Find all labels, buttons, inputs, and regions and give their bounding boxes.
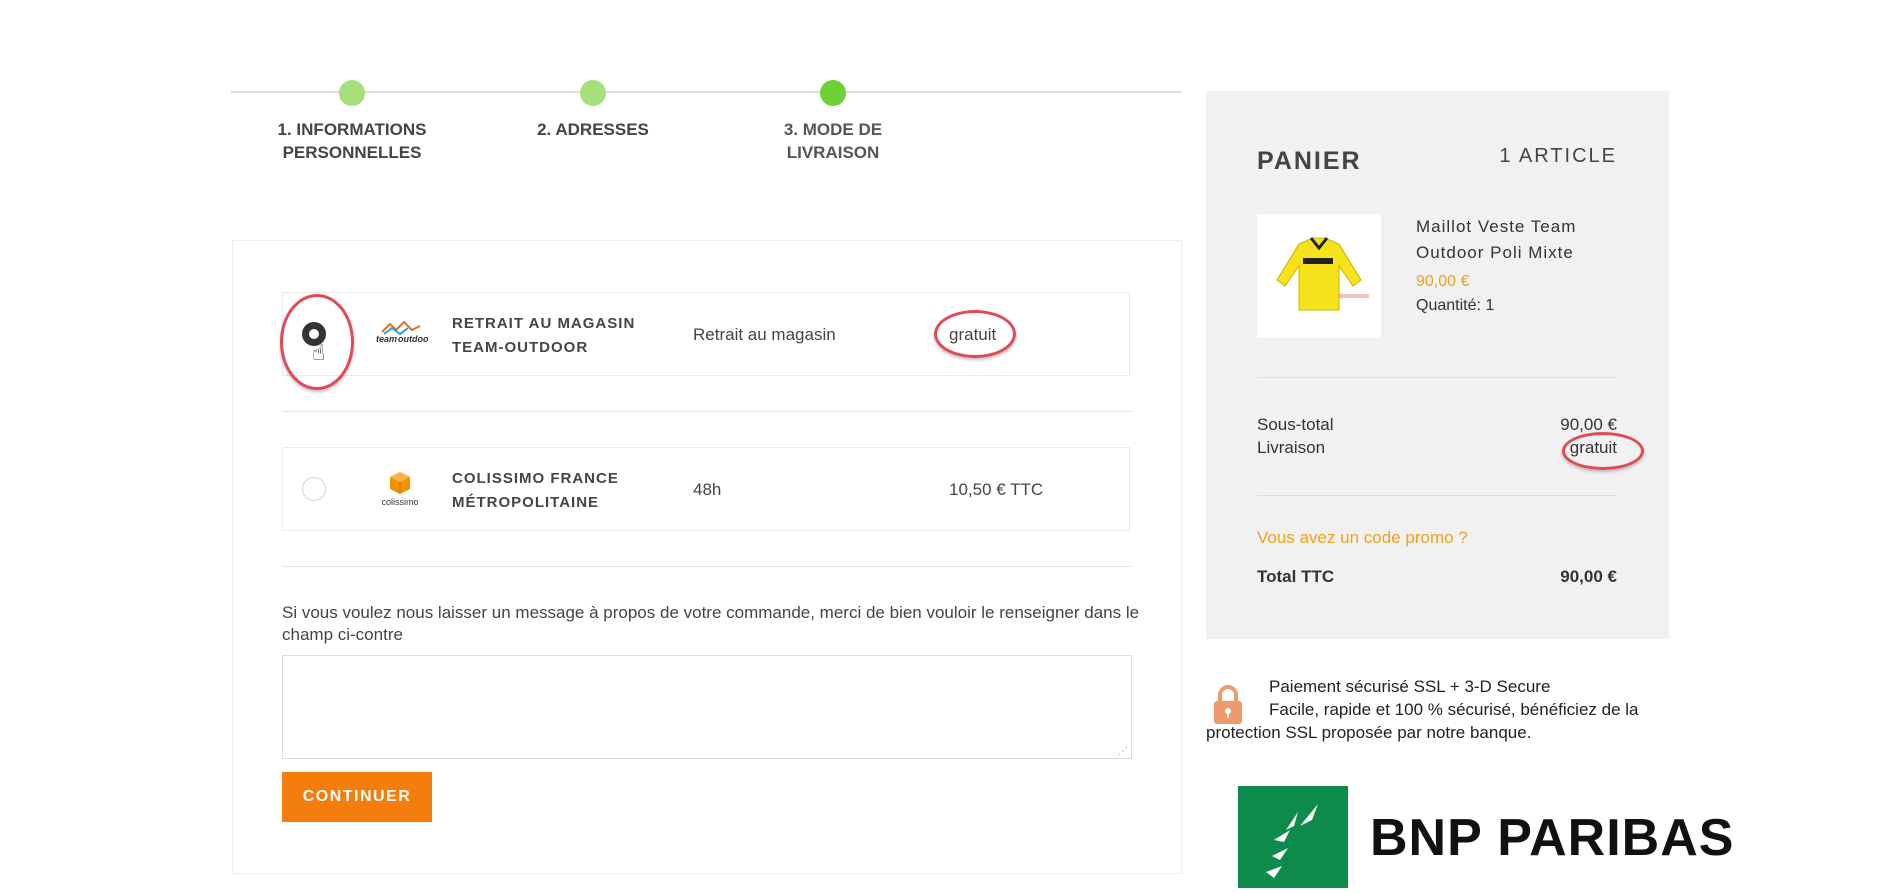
checkout-steps-track	[231, 91, 1182, 93]
carrier-name-colissimo: COLISSIMO FRANCE MÉTROPOLITAINE	[452, 467, 619, 515]
carrier-radio-colissimo[interactable]	[302, 477, 326, 501]
cart-item-count: 1 ARTICLE	[1499, 145, 1617, 167]
continue-button[interactable]: CONTINUER	[282, 772, 432, 822]
total-value: 90,00 €	[1560, 567, 1617, 586]
svg-text:colissimo: colissimo	[381, 497, 418, 507]
step-2-indicator[interactable]	[580, 80, 606, 106]
carrier-price-colissimo: 10,50 € TTC	[949, 480, 1044, 499]
svg-text:team: team	[376, 334, 397, 344]
product-name[interactable]: Maillot Veste Team Outdoor Poli Mixte	[1416, 214, 1616, 266]
product-price: 90,00 €	[1416, 273, 1470, 290]
total-label: Total TTC	[1257, 567, 1335, 586]
secure-payment-info: Paiement sécurisé SSL + 3-D Secure Facil…	[1206, 675, 1666, 744]
carrier-delay-colissimo: 48h	[693, 480, 722, 499]
step-3-indicator	[820, 80, 846, 106]
cart-divider	[1257, 377, 1617, 378]
bnp-paribas-wordmark: BNP PARIBAS	[1370, 809, 1735, 867]
svg-text:outdoor: outdoor	[398, 334, 428, 344]
step-2-label-line1: 2. ADRESSES	[537, 120, 649, 139]
highlight-circle-radio	[280, 294, 354, 390]
promo-code-link[interactable]: Vous avez un code promo ?	[1257, 528, 1468, 548]
carrier-divider	[282, 411, 1132, 412]
highlight-circle-price	[934, 310, 1016, 358]
step-3-label-line2: LIVRAISON	[786, 143, 880, 162]
order-message-textarea[interactable]	[282, 655, 1132, 759]
shipping-label: Livraison	[1257, 438, 1326, 457]
cart-title: PANIER	[1257, 147, 1362, 175]
total-row: Total TTC 90,00 €	[1257, 567, 1617, 587]
step-1-indicator[interactable]	[339, 80, 365, 106]
product-thumbnail[interactable]	[1257, 214, 1381, 338]
step-3-label: 3. MODE DE LIVRAISON	[723, 118, 943, 164]
team-outdoor-logo: team outdoor	[374, 318, 432, 348]
colissimo-logo: colissimo	[374, 470, 426, 508]
resize-handle-icon[interactable]: ⋰	[1118, 746, 1128, 757]
order-message-label: Si vous voulez nous laisser un message à…	[282, 603, 1140, 644]
carrier-delay-store-pickup: Retrait au magasin	[693, 325, 836, 344]
secure-payment-title: Paiement sécurisé SSL + 3-D Secure	[1269, 677, 1551, 696]
carrier-name-store-pickup: RETRAIT AU MAGASIN TEAM-OUTDOOR	[452, 312, 635, 360]
highlight-circle-shipping	[1562, 432, 1644, 470]
step-1-label-line2: PERSONNELLES	[282, 143, 422, 162]
carrier-name-line2: MÉTROPOLITAINE	[452, 494, 600, 511]
step-1-label-line1: 1. INFORMATIONS	[277, 120, 427, 139]
subtotal-row: Sous-total 90,00 €	[1257, 415, 1617, 435]
carrier-name-line1: COLISSIMO FRANCE	[452, 470, 619, 487]
product-quantity: Quantité: 1	[1416, 297, 1495, 314]
carrier-name-line1: RETRAIT AU MAGASIN	[452, 315, 636, 332]
carrier-name-line2: TEAM-OUTDOOR	[452, 339, 589, 356]
carrier-divider	[282, 566, 1132, 567]
secure-payment-text: Facile, rapide et 100 % sécurisé, bénéfi…	[1206, 700, 1639, 742]
cart-divider	[1257, 495, 1617, 496]
step-1-label[interactable]: 1. INFORMATIONS PERSONNELLES	[242, 118, 462, 164]
bnp-paribas-logo-icon	[1238, 786, 1348, 888]
step-3-label-line1: 3. MODE DE	[783, 120, 883, 139]
subtotal-label: Sous-total	[1257, 415, 1334, 434]
step-2-label[interactable]: 2. ADRESSES	[483, 118, 703, 141]
